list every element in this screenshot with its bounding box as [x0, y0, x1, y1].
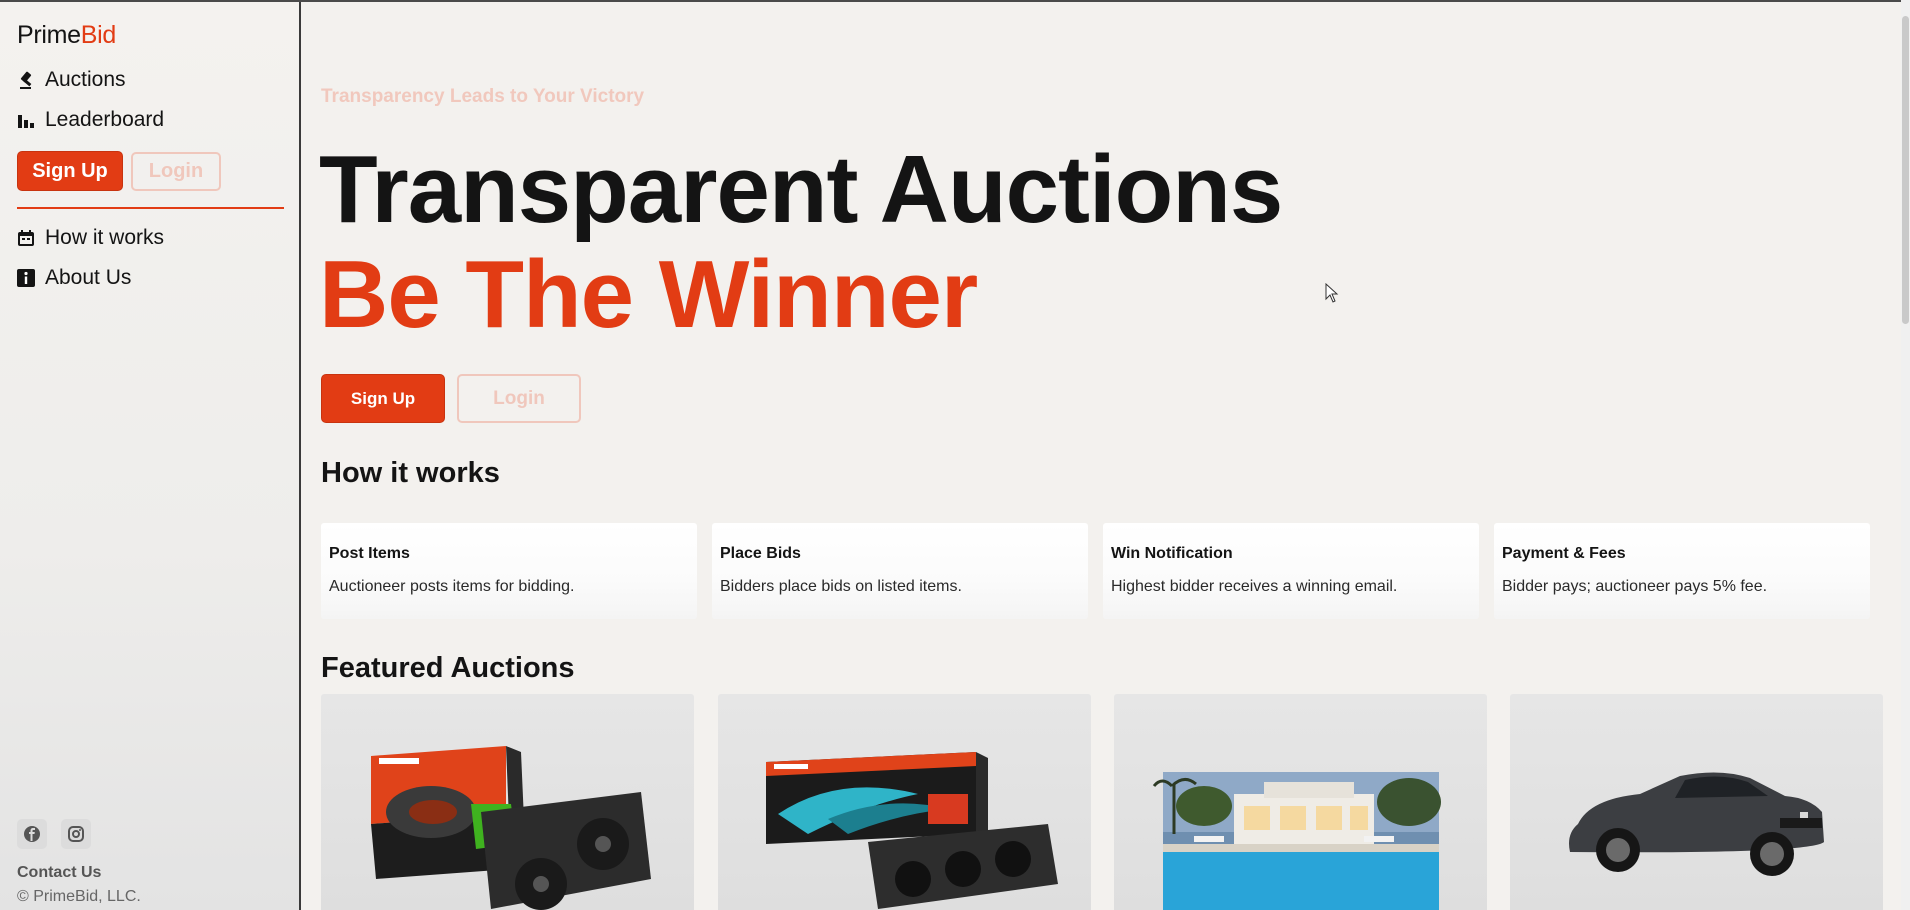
mouse-cursor-icon	[1325, 282, 1339, 308]
brand-name-part2: Bid	[80, 21, 117, 49]
hero-headline: Transparent Auctions	[319, 136, 1283, 243]
contact-us-link[interactable]: Contact Us	[17, 864, 101, 882]
step-title: Place Bids	[720, 545, 801, 562]
step-description: Bidder pays; auctioneer pays 5% fee.	[1502, 578, 1768, 595]
copyright-text: © PrimeBid, LLC.	[17, 888, 141, 905]
hero-tagline: Transparency Leads to Your Victory	[321, 86, 645, 107]
sidebar-item-label: About Us	[45, 266, 132, 289]
step-description: Highest bidder receives a winning email.	[1111, 578, 1398, 595]
step-description: Auctioneer posts items for bidding.	[329, 578, 575, 595]
info-icon	[17, 269, 35, 287]
featured-auctions-title: Featured Auctions	[321, 652, 575, 684]
sidebar-item-label: Leaderboard	[45, 108, 165, 131]
hero-login-button[interactable]: Login	[457, 374, 581, 423]
auction-card[interactable]	[718, 694, 1091, 910]
auction-card[interactable]	[321, 694, 694, 910]
graphics-card-image	[371, 746, 651, 910]
step-card-win-notification: Win Notification Highest bidder receives…	[1103, 523, 1479, 619]
villa-image	[1152, 772, 1441, 910]
brand-logo[interactable]: PrimeBid	[17, 21, 116, 50]
facebook-icon[interactable]	[17, 819, 47, 849]
car-image	[1569, 772, 1824, 876]
auction-card[interactable]	[1510, 694, 1883, 910]
step-title: Payment & Fees	[1502, 545, 1626, 562]
gavel-icon	[17, 71, 35, 89]
graphics-card-image	[766, 752, 1058, 909]
calendar-icon	[17, 229, 35, 247]
step-title: Win Notification	[1111, 545, 1233, 562]
sidebar-signup-button[interactable]: Sign Up	[17, 151, 123, 191]
step-title: Post Items	[329, 545, 410, 562]
auction-card[interactable]	[1114, 694, 1487, 910]
sidebar-item-label: How it works	[45, 226, 165, 249]
sidebar-divider	[17, 207, 284, 209]
step-card-payment-fees: Payment & Fees Bidder pays; auctioneer p…	[1494, 523, 1870, 619]
sidebar-login-button[interactable]: Login	[131, 152, 221, 191]
step-card-post-items: Post Items Auctioneer posts items for bi…	[321, 523, 697, 619]
sidebar-item-auctions[interactable]: Auctions	[17, 68, 126, 92]
how-it-works-title: How it works	[321, 457, 500, 489]
sidebar-item-leaderboard[interactable]: Leaderboard	[17, 108, 164, 132]
step-description: Bidders place bids on listed items.	[720, 578, 962, 595]
instagram-icon[interactable]	[61, 819, 91, 849]
main-content: Transparency Leads to Your Victory Trans…	[303, 2, 1910, 910]
hero-signup-button[interactable]: Sign Up	[321, 374, 445, 423]
step-card-place-bids: Place Bids Bidders place bids on listed …	[712, 523, 1088, 619]
bar-chart-icon	[17, 111, 35, 129]
brand-name-part1: Prime	[17, 21, 81, 49]
sidebar: PrimeBid Auctions Leaderboard Sign Up Lo…	[0, 2, 301, 910]
hero-subheadline: Be The Winner	[319, 241, 978, 348]
sidebar-item-label: Auctions	[45, 68, 126, 91]
sidebar-item-how-it-works[interactable]: How it works	[17, 226, 164, 250]
sidebar-item-about-us[interactable]: About Us	[17, 266, 131, 290]
vertical-scrollbar-thumb[interactable]	[1902, 16, 1909, 324]
